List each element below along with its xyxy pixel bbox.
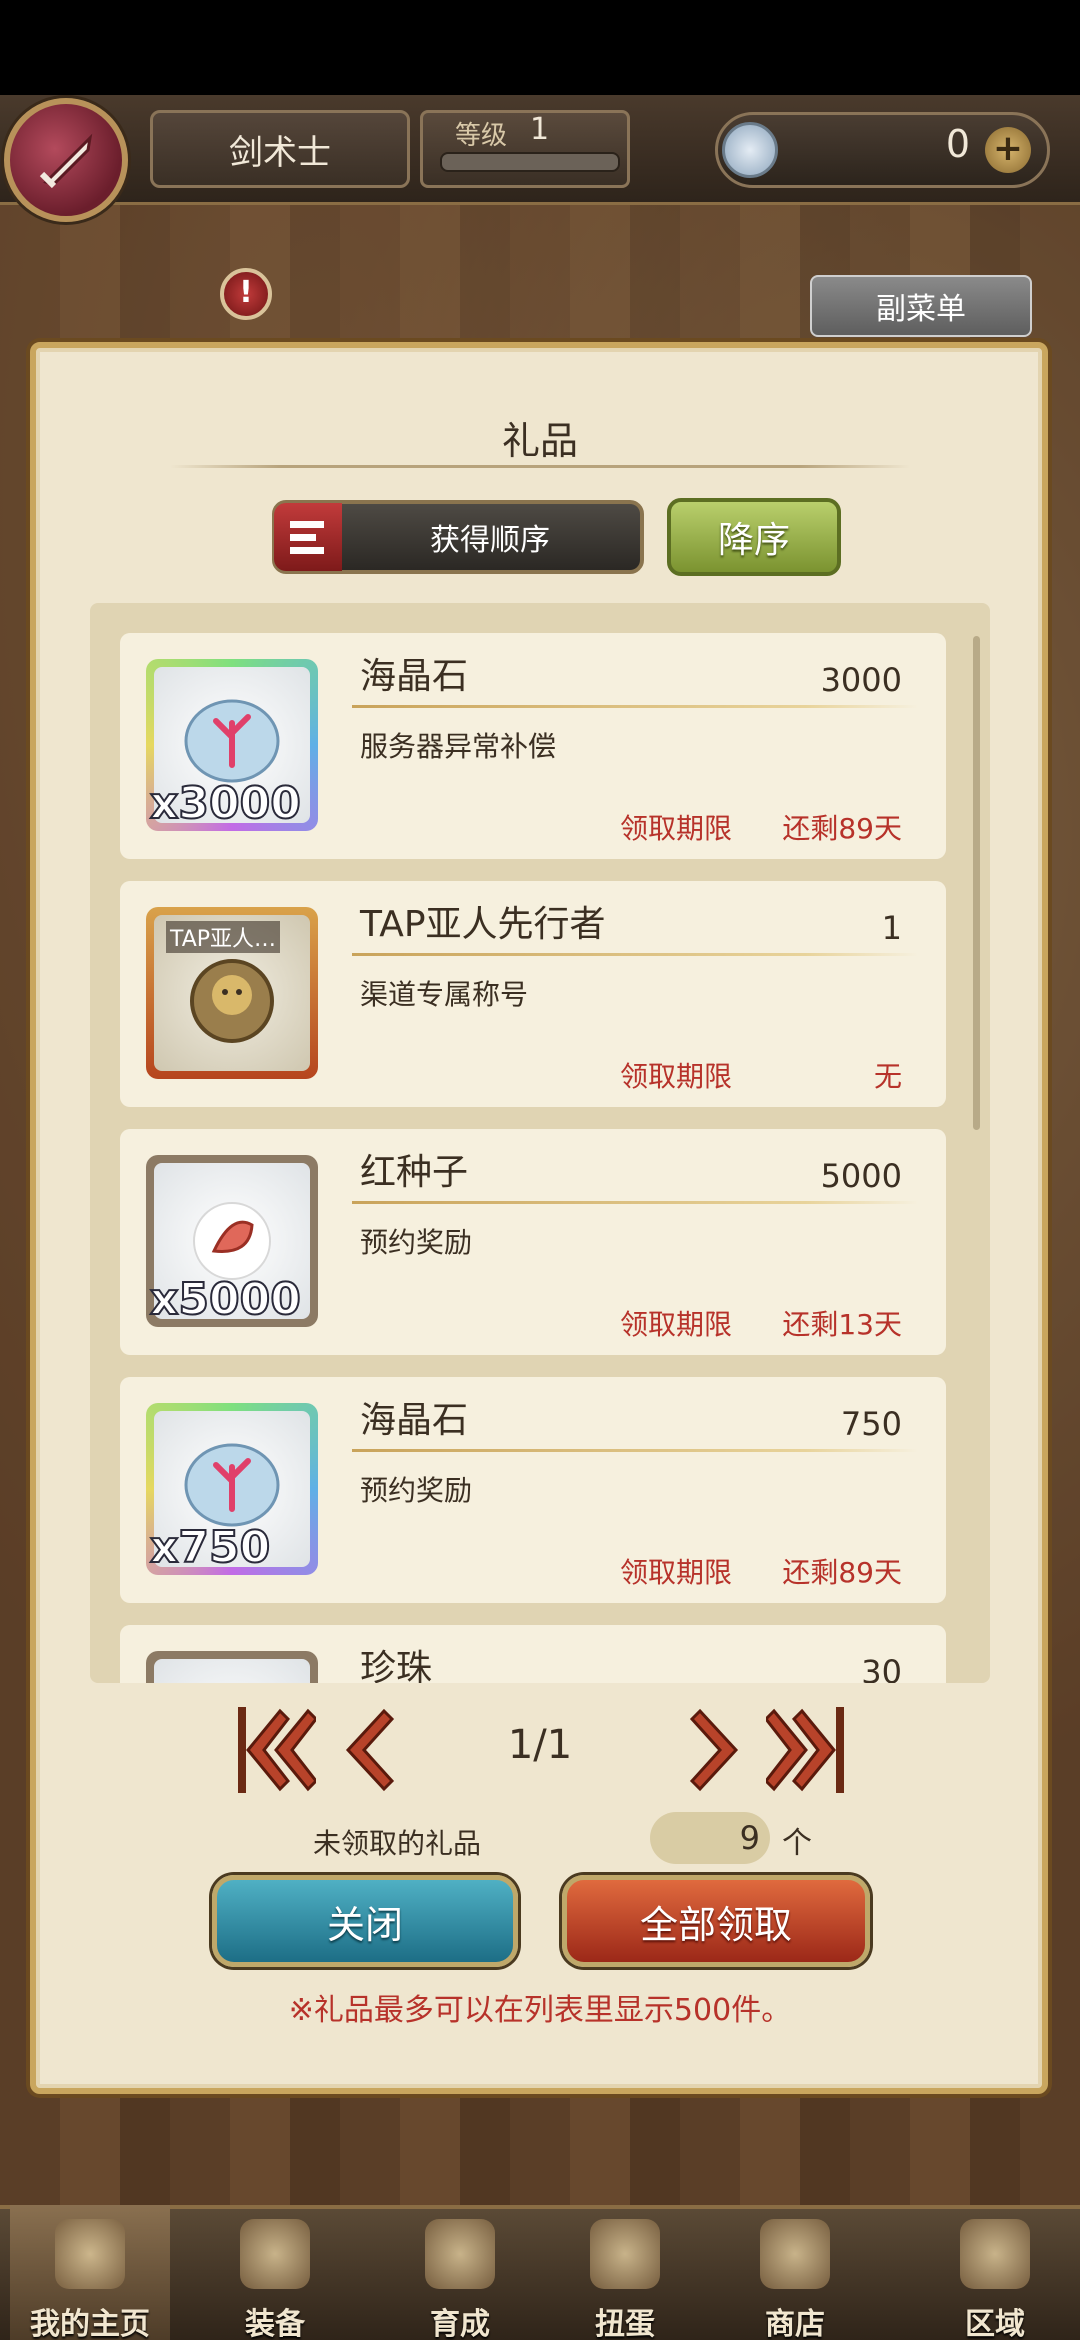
title-divider bbox=[170, 465, 910, 468]
limit-value: 无 bbox=[873, 1060, 902, 1093]
limit-label: 领取期限 bbox=[620, 1060, 733, 1093]
gift-card[interactable]: x5000 红种子 5000 预约奖励 领取期限 还剩13天 bbox=[120, 1129, 946, 1355]
item-count: 750 bbox=[840, 1405, 902, 1443]
item-quantity: x3000 bbox=[149, 777, 302, 830]
order-toggle-button[interactable]: 降序 bbox=[667, 498, 841, 576]
class-name: 剑术士 bbox=[150, 110, 410, 188]
home-scroll-icon bbox=[55, 2219, 125, 2289]
item-divider bbox=[352, 953, 918, 956]
swords-icon bbox=[425, 2219, 495, 2289]
first-page-icon[interactable] bbox=[236, 1705, 316, 1795]
gacha-icon bbox=[590, 2219, 660, 2289]
sort-label: 获得顺序 bbox=[430, 523, 550, 558]
item-name: 海晶石 bbox=[360, 656, 469, 697]
gift-card[interactable]: x3000 海晶石 3000 服务器异常补偿 领取期限 还剩89天 bbox=[120, 633, 946, 859]
close-button[interactable]: 关闭 bbox=[212, 1875, 518, 1967]
sea-crystal-icon: x3000 bbox=[146, 659, 318, 831]
last-page-icon[interactable] bbox=[766, 1705, 846, 1795]
list-clip: 珍珠 30 bbox=[90, 1620, 990, 1683]
nav-item-gacha[interactable]: 扭蛋 bbox=[545, 2205, 705, 2340]
nav-item-home[interactable]: 我的主页 bbox=[10, 2205, 170, 2340]
pearl-icon bbox=[146, 1651, 318, 1683]
gift-card[interactable]: x750 海晶石 750 预约奖励 领取期限 还剩89天 bbox=[120, 1377, 946, 1603]
title-medal-icon: TAP亚人… bbox=[146, 907, 318, 1079]
panel-title: 礼品 bbox=[501, 419, 578, 463]
limit-label: 领取期限 bbox=[620, 1308, 733, 1341]
limit-label: 领取期限 bbox=[620, 1556, 733, 1589]
sword-icon bbox=[39, 133, 93, 189]
gift-card[interactable]: 珍珠 30 bbox=[120, 1625, 946, 1683]
item-desc: 预约奖励 bbox=[360, 1474, 473, 1507]
limit-label: 领取期限 bbox=[620, 812, 733, 845]
item-count: 5000 bbox=[820, 1157, 902, 1195]
add-currency-button[interactable]: + bbox=[985, 127, 1031, 173]
sea-crystal-currency-icon bbox=[722, 122, 778, 178]
limit-value: 还剩13天 bbox=[782, 1308, 902, 1341]
sea-crystal-icon: x750 bbox=[146, 1403, 318, 1575]
unclaimed-unit: 个 bbox=[782, 1826, 812, 1861]
item-divider bbox=[352, 1449, 918, 1452]
item-name: TAP亚人先行者 bbox=[360, 904, 606, 945]
item-divider bbox=[352, 705, 918, 708]
class-badge[interactable] bbox=[4, 98, 128, 222]
globe-icon bbox=[960, 2219, 1030, 2289]
limit-value: 还剩89天 bbox=[782, 1556, 902, 1589]
unclaimed-label: 未领取的礼品 bbox=[313, 1827, 482, 1860]
item-name: 红种子 bbox=[360, 1152, 469, 1193]
prev-page-icon[interactable] bbox=[340, 1705, 396, 1795]
item-desc: 服务器异常补偿 bbox=[360, 730, 557, 763]
nav-item-training[interactable]: 育成 bbox=[380, 2205, 540, 2340]
nav-item-equipment[interactable]: 装备 bbox=[195, 2205, 355, 2340]
helmet-icon bbox=[240, 2219, 310, 2289]
scrollbar[interactable] bbox=[973, 636, 980, 1130]
gift-card[interactable]: TAP亚人… TAP亚人先行者 1 渠道专属称号 领取期限 无 bbox=[120, 881, 946, 1107]
item-desc: 渠道专属称号 bbox=[360, 978, 529, 1011]
list-limit-notice: ※礼品最多可以在列表里显示500件。 bbox=[288, 1993, 792, 2028]
sort-icon bbox=[274, 503, 342, 571]
item-count: 30 bbox=[861, 1653, 902, 1683]
item-count: 1 bbox=[881, 909, 902, 947]
item-name: 海晶石 bbox=[360, 1400, 469, 1441]
item-quantity: x750 bbox=[149, 1521, 271, 1574]
page-indicator: 1/1 bbox=[507, 1722, 573, 1768]
claim-all-button[interactable]: 全部领取 bbox=[562, 1875, 870, 1967]
alert-icon[interactable]: ! bbox=[220, 268, 272, 320]
unclaimed-count: 9 bbox=[739, 1819, 760, 1857]
next-page-icon[interactable] bbox=[688, 1705, 744, 1795]
level-box bbox=[420, 110, 630, 188]
item-divider bbox=[352, 1201, 918, 1204]
nav-item-area[interactable]: 区域 bbox=[915, 2205, 1075, 2340]
limit-value: 还剩89天 bbox=[782, 812, 902, 845]
level-value: 1 bbox=[530, 112, 550, 147]
nav-item-shop[interactable]: 商店 bbox=[715, 2205, 875, 2340]
red-seed-icon: x5000 bbox=[146, 1155, 318, 1327]
badge-text: TAP亚人… bbox=[166, 921, 281, 953]
currency-count: 0 bbox=[945, 122, 970, 166]
item-quantity: x5000 bbox=[149, 1273, 302, 1326]
exp-bar bbox=[440, 152, 620, 172]
item-count: 3000 bbox=[820, 661, 902, 699]
shop-bag-icon bbox=[760, 2219, 830, 2289]
item-desc: 预约奖励 bbox=[360, 1226, 473, 1259]
item-name: 珍珠 bbox=[360, 1648, 433, 1683]
level-label: 等级 bbox=[455, 121, 508, 151]
sub-menu-button[interactable]: 副菜单 bbox=[810, 275, 1032, 337]
